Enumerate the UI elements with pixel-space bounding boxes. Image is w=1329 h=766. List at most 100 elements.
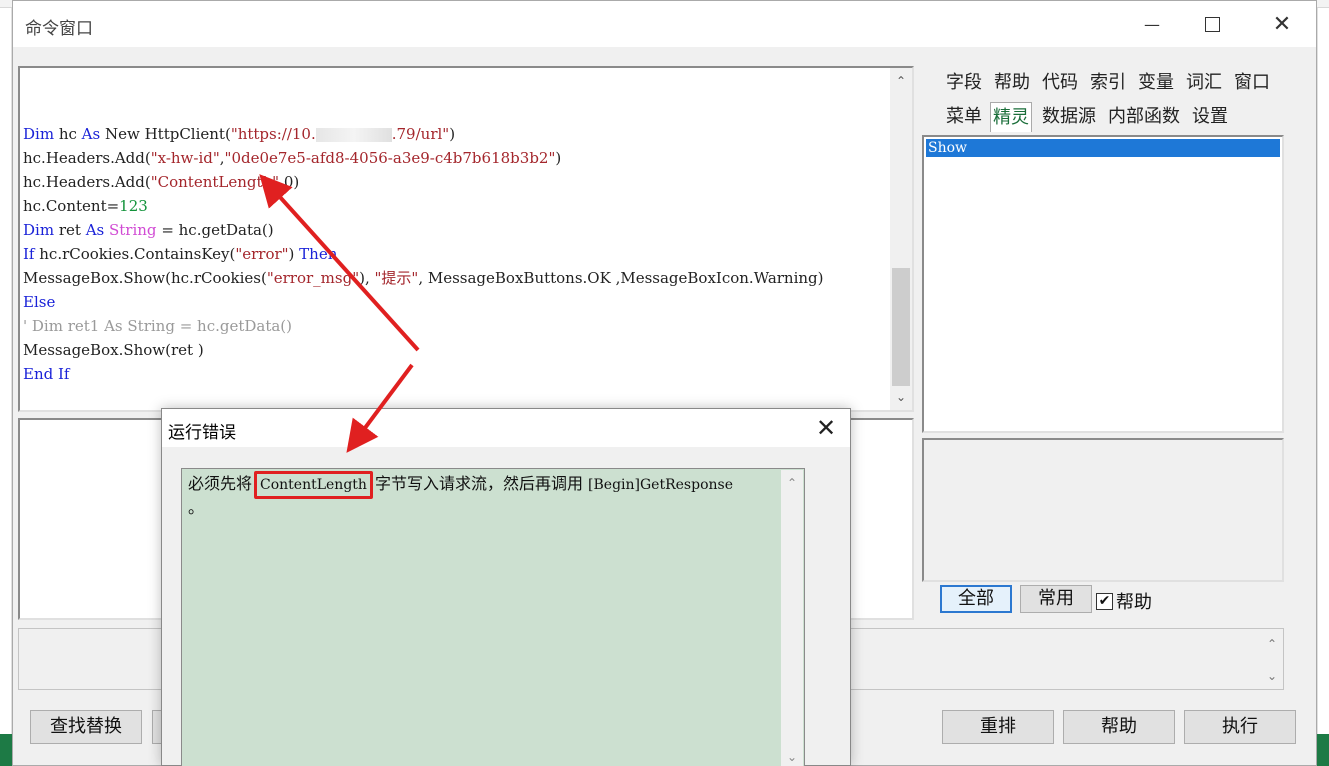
maximize-button[interactable] <box>1183 1 1241 47</box>
code-token: Dim <box>23 125 55 143</box>
code-token: New HttpClient( <box>100 125 231 143</box>
code-token: ) <box>449 125 456 143</box>
tab-variables[interactable]: 变量 <box>1136 68 1176 98</box>
code-line[interactable]: MessageBox.Show(ret ) <box>23 338 824 362</box>
background-spreadsheet-edge-right <box>1317 8 1329 734</box>
tab-fields[interactable]: 字段 <box>944 68 984 98</box>
code-token: If <box>23 245 35 263</box>
code-token: MessageBox.Show(ret ) <box>23 341 204 359</box>
code-token: ) <box>555 149 562 167</box>
maximize-icon <box>1204 16 1220 32</box>
scroll-thumb[interactable] <box>892 268 910 386</box>
code-token: MessageBox.Show(hc.rCookies( <box>23 269 267 287</box>
error-message-box[interactable]: 必须先将 ContentLength 字节写入请求流，然后再调用 [Begin]Ge… <box>181 468 805 766</box>
code-text[interactable]: Dim hc As New HttpClient("https://10. .79… <box>23 122 824 386</box>
code-token: "0de0e7e5-afd8-4056-a3e9-c4b7b618b3b2" <box>224 149 556 167</box>
error-message: 必须先将 ContentLength 字节写入请求流，然后再调用 [Begin]Ge… <box>188 471 798 519</box>
code-token: hc.Headers.Add( <box>23 173 151 191</box>
code-token: String <box>109 221 157 239</box>
title-bar: 命令窗口 — ✕ <box>13 1 1316 47</box>
filter-common-button[interactable]: 常用 <box>1020 585 1092 613</box>
code-token: ,0) <box>279 173 300 191</box>
error-message-code: [Begin]GetResponse <box>588 477 733 493</box>
code-token: ret <box>54 221 86 239</box>
help-checkbox[interactable]: ✔ 帮助 <box>1096 588 1152 614</box>
code-line[interactable]: MessageBox.Show(hc.rCookies("error_msg")… <box>23 266 824 290</box>
code-line[interactable]: hc.Headers.Add("x-hw-id","0de0e7e5-afd8-… <box>23 146 824 170</box>
code-token: hc.rCookies.ContainsKey( <box>34 245 236 263</box>
wizard-list[interactable]: Show <box>922 135 1284 433</box>
close-button[interactable]: ✕ <box>1253 1 1311 47</box>
background-spreadsheet-edge <box>0 8 12 734</box>
code-token: "error_msg" <box>266 269 360 287</box>
scroll-down-icon[interactable]: ⌄ <box>1261 669 1283 683</box>
help-checkbox-label: 帮助 <box>1116 592 1152 613</box>
code-token: .79/url" <box>391 125 450 143</box>
help-button[interactable]: 帮助 <box>1063 710 1175 744</box>
dialog-close-button[interactable]: ✕ <box>808 411 844 445</box>
tab-datasource[interactable]: 数据源 <box>1040 102 1098 132</box>
code-token: hc <box>54 125 82 143</box>
minimize-button[interactable]: — <box>1123 1 1181 47</box>
checkmark-icon[interactable]: ✔ <box>1096 592 1113 610</box>
code-line[interactable]: hc.Content=123 <box>23 194 824 218</box>
highlighted-keyword: ContentLength <box>254 471 373 499</box>
code-editor[interactable]: Dim hc As New HttpClient("https://10. .79… <box>18 66 914 412</box>
code-token: 123 <box>119 197 148 215</box>
tab-vocabulary[interactable]: 词汇 <box>1184 68 1224 98</box>
tab-code[interactable]: 代码 <box>1040 68 1080 98</box>
right-panel-tabs: 字段 帮助 代码 索引 变量 词汇 窗口 菜单 精灵 数据源 内部函数 设置 <box>922 66 1284 134</box>
code-token: hc.Headers.Add( <box>23 149 151 167</box>
tab-index[interactable]: 索引 <box>1088 68 1128 98</box>
code-line[interactable]: hc.Headers.Add("ContentLength",0) <box>23 170 824 194</box>
execute-button[interactable]: 执行 <box>1184 710 1296 744</box>
tab-builtin-functions[interactable]: 内部函数 <box>1106 102 1182 132</box>
error-message-prefix: 必须先将 <box>188 474 253 493</box>
code-token: "提示" <box>374 269 419 287</box>
list-item[interactable]: Show <box>926 139 1280 157</box>
window-title: 命令窗口 <box>25 19 93 39</box>
rearrange-button[interactable]: 重排 <box>942 710 1054 744</box>
tab-help[interactable]: 帮助 <box>992 68 1032 98</box>
code-line[interactable]: ' Dim ret1 As String = hc.getData() <box>23 314 824 338</box>
tab-settings[interactable]: 设置 <box>1190 102 1230 132</box>
code-token: "https://10. <box>230 125 316 143</box>
error-dialog: 运行错误 ✕ 必须先将 ContentLength 字节写入请求流，然后再调用 [B… <box>161 408 851 766</box>
code-token: "x-hw-id" <box>150 149 220 167</box>
scroll-down-icon[interactable]: ⌄ <box>781 750 803 764</box>
find-replace-button[interactable]: 查找替换 <box>30 710 142 744</box>
code-token: Else <box>23 293 56 311</box>
close-icon: ✕ <box>1272 11 1292 37</box>
code-token: End If <box>23 365 70 383</box>
dialog-title: 运行错误 <box>168 423 236 443</box>
code-token: "error" <box>235 245 289 263</box>
dialog-title-bar: 运行错误 ✕ <box>162 409 850 447</box>
tab-menu[interactable]: 菜单 <box>944 102 984 132</box>
code-line[interactable]: If hc.rCookies.ContainsKey("error") Then <box>23 242 824 266</box>
error-message-suffix: 。 <box>188 498 205 517</box>
tab-window[interactable]: 窗口 <box>1232 68 1272 98</box>
code-token: "ContentLength" <box>150 173 280 191</box>
code-line[interactable]: End If <box>23 362 824 386</box>
scroll-up-icon[interactable]: ⌃ <box>1261 637 1283 651</box>
close-icon: ✕ <box>815 414 837 442</box>
error-message-scrollbar[interactable]: ⌃ ⌄ <box>781 470 803 766</box>
code-line[interactable]: Dim hc As New HttpClient("https://10. .79… <box>23 122 824 146</box>
tab-wizard[interactable]: 精灵 <box>990 102 1032 132</box>
redacted-text <box>315 128 392 142</box>
code-line[interactable]: Else <box>23 290 824 314</box>
scroll-down-icon[interactable]: ⌄ <box>890 386 912 408</box>
code-token: ' Dim ret1 As String = hc.getData() <box>23 317 293 335</box>
filter-all-button[interactable]: 全部 <box>940 585 1012 613</box>
code-line[interactable]: Dim ret As String = hc.getData() <box>23 218 824 242</box>
scroll-up-icon[interactable]: ⌃ <box>781 476 803 490</box>
code-token: hc.Content= <box>23 197 120 215</box>
scroll-up-icon[interactable]: ⌃ <box>890 70 912 92</box>
code-token: = hc.getData() <box>156 221 274 239</box>
code-token: ), <box>359 269 375 287</box>
command-input-scrollbar[interactable]: ⌃ ⌄ <box>1261 629 1283 689</box>
code-editor-scrollbar[interactable]: ⌃ ⌄ <box>890 68 912 410</box>
minimize-icon: — <box>1144 14 1160 34</box>
code-token: ) <box>288 245 300 263</box>
code-token: Then <box>299 245 338 263</box>
